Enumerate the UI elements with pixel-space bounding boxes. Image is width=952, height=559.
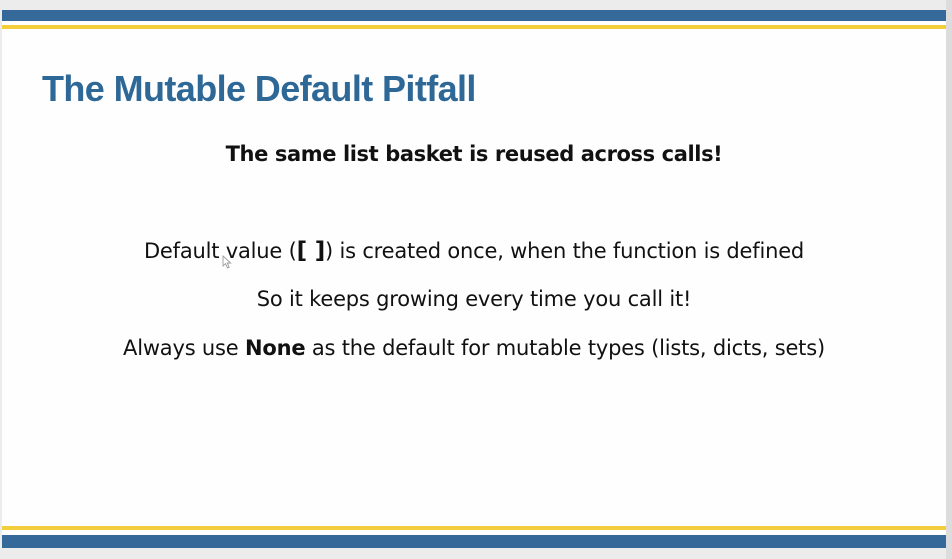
top-accent-bar-blue	[2, 10, 946, 21]
bullet-default-value: Default value ([ ]) is created once, whe…	[2, 238, 946, 264]
top-accent-bar-gold	[2, 25, 946, 29]
slide-title: The Mutable Default Pitfall	[42, 68, 476, 109]
bullet-use-none-before: Always use	[123, 336, 245, 360]
none-keyword: None	[244, 336, 306, 360]
bullet-use-none-after: as the default for mutable types (lists,…	[305, 336, 825, 360]
window-scroll-edge	[946, 0, 952, 559]
bullet-default-value-before: Default value (	[143, 239, 297, 263]
bullet-keeps-growing: So it keeps growing every time you call …	[256, 287, 692, 311]
slide: The Mutable Default Pitfall The same lis…	[2, 10, 946, 548]
slide-subtitle: The same list basket is reused across ca…	[225, 142, 723, 166]
mouse-pointer-icon	[222, 255, 232, 269]
empty-list-literal: [ ]	[296, 238, 326, 264]
bottom-accent-bar-gold	[2, 526, 946, 530]
bottom-accent-bar-blue	[2, 535, 946, 548]
bullet-default-value-after: ) is created once, when the function is …	[325, 239, 805, 263]
bullet-use-none: Always use None as the default for mutab…	[2, 336, 946, 360]
